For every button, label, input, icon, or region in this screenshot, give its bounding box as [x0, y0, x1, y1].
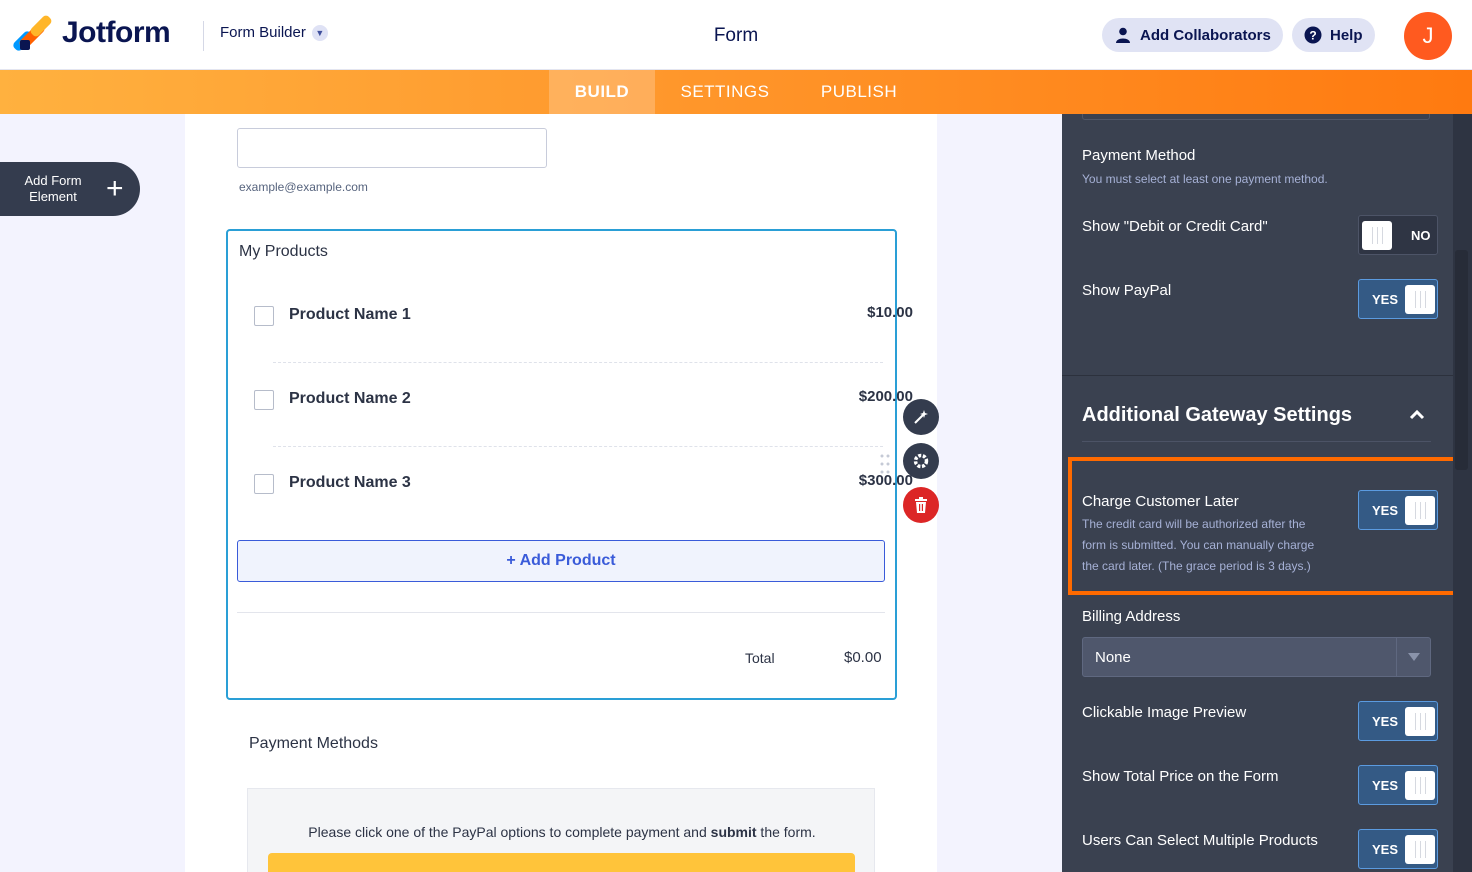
toggle-text: YES	[1372, 778, 1399, 793]
show-paypal-toggle[interactable]: YES	[1358, 279, 1438, 319]
chevron-down-icon: ▼	[311, 24, 328, 41]
top-select-remnant[interactable]	[1082, 114, 1430, 120]
brand-name: Jotform	[62, 16, 171, 49]
form-builder-label: Form Builder	[220, 24, 306, 41]
help-button[interactable]: ? Help	[1292, 18, 1375, 52]
product-checkbox[interactable]	[254, 390, 274, 410]
panel-divider	[1062, 375, 1453, 376]
panel-scrollbar-thumb[interactable]	[1455, 250, 1468, 470]
billing-address-select[interactable]: None	[1082, 637, 1431, 677]
panel-scrollbar[interactable]	[1453, 114, 1472, 872]
total-label: Total	[745, 650, 775, 666]
clickable-preview-label: Clickable Image Preview	[1082, 704, 1247, 721]
billing-address-label: Billing Address	[1082, 608, 1181, 625]
add-collaborators-label: Add Collaborators	[1140, 26, 1271, 44]
show-paypal-label: Show PayPal	[1082, 282, 1172, 299]
tab-publish[interactable]: PUBLISH	[806, 70, 912, 114]
toggle-text: YES	[1372, 503, 1399, 518]
form-builder-dropdown[interactable]: Form Builder ▼	[220, 24, 328, 41]
show-card-label: Show "Debit or Credit Card"	[1082, 218, 1268, 235]
toggle-knob	[1405, 285, 1435, 314]
chevron-down-icon	[1396, 638, 1430, 676]
total-divider	[237, 612, 885, 613]
svg-text:?: ?	[1309, 29, 1316, 43]
tab-build[interactable]: BUILD	[549, 70, 655, 114]
payment-method-label: Payment Method	[1082, 147, 1196, 164]
toggle-knob	[1405, 496, 1435, 525]
add-product-button[interactable]: + Add Product	[237, 540, 885, 582]
email-sublabel: example@example.com	[239, 180, 368, 194]
product-name: Product Name 3	[289, 474, 411, 491]
product-row[interactable]: Product Name 3 $300.00	[254, 442, 913, 526]
total-value: $0.00	[844, 649, 882, 666]
gear-icon[interactable]	[903, 443, 939, 479]
product-name: Product Name 2	[289, 390, 411, 407]
tab-settings[interactable]: SETTINGS	[666, 70, 784, 114]
paypal-note: Please click one of the PayPal options t…	[308, 824, 816, 840]
plus-icon: +	[106, 172, 124, 205]
paypal-checkout-button[interactable]	[268, 853, 855, 872]
chevron-up-icon[interactable]	[1408, 406, 1426, 424]
jotform-logo[interactable]: Jotform	[11, 13, 171, 53]
header-divider	[203, 21, 204, 51]
product-list-field[interactable]: My Products Product Name 1 $10.00 Produc…	[226, 229, 913, 700]
multi-products-label: Users Can Select Multiple Products	[1082, 832, 1318, 849]
jotform-logo-icon	[11, 13, 54, 53]
toggle-knob	[1405, 771, 1435, 800]
product-checkbox[interactable]	[254, 474, 274, 494]
show-total-toggle[interactable]: YES	[1358, 765, 1438, 805]
section-divider	[1082, 441, 1431, 442]
help-label: Help	[1330, 26, 1363, 44]
add-form-element-label: Add Form Element	[24, 173, 82, 204]
show-total-label: Show Total Price on the Form	[1082, 768, 1279, 785]
toggle-knob	[1405, 707, 1435, 736]
product-price: $10.00	[867, 304, 913, 321]
help-icon: ?	[1304, 26, 1322, 44]
trash-icon[interactable]	[903, 487, 939, 523]
toggle-text: YES	[1372, 842, 1399, 857]
charge-later-sublabel: The credit card will be authorized after…	[1082, 517, 1315, 573]
charge-later-toggle[interactable]: YES	[1358, 490, 1438, 530]
add-collaborators-button[interactable]: Add Collaborators	[1102, 18, 1283, 52]
billing-address-value: None	[1095, 649, 1131, 666]
clickable-preview-toggle[interactable]: YES	[1358, 701, 1438, 741]
product-row[interactable]: Product Name 1 $10.00	[254, 274, 913, 358]
payment-method-sublabel: You must select at least one payment met…	[1082, 172, 1328, 186]
product-row[interactable]: Product Name 2 $200.00	[254, 358, 913, 442]
charge-later-label: Charge Customer Later	[1082, 493, 1239, 510]
properties-panel: Payment Method You must select at least …	[1062, 114, 1453, 872]
toggle-text: YES	[1372, 292, 1399, 307]
multi-products-toggle[interactable]: YES	[1358, 829, 1438, 869]
wand-icon[interactable]	[903, 399, 939, 435]
gateway-settings-title[interactable]: Additional Gateway Settings	[1082, 404, 1352, 427]
product-name: Product Name 1	[289, 306, 411, 323]
drag-handle-icon[interactable]	[880, 453, 890, 475]
email-field[interactable]	[237, 128, 547, 168]
products-title: My Products	[239, 243, 328, 260]
toggle-text: NO	[1411, 228, 1431, 243]
product-price: $200.00	[858, 388, 913, 405]
toggle-text: YES	[1372, 714, 1399, 729]
add-form-element-button[interactable]: Add Form Element +	[0, 162, 140, 216]
builder-tab-bar: BUILD SETTINGS PUBLISH	[0, 70, 1472, 114]
user-icon	[1114, 26, 1132, 44]
avatar[interactable]: J	[1404, 12, 1452, 60]
product-checkbox[interactable]	[254, 306, 274, 326]
form-canvas: example@example.com My Products Product …	[185, 114, 937, 872]
payment-methods-title: Payment Methods	[249, 735, 378, 752]
toggle-knob	[1362, 221, 1392, 250]
top-header: Jotform Form Builder ▼ Form Add Collabor…	[0, 0, 1472, 70]
toggle-knob	[1405, 835, 1435, 864]
paypal-payment-box: Please click one of the PayPal options t…	[247, 788, 875, 872]
show-card-toggle[interactable]: NO	[1358, 215, 1438, 255]
